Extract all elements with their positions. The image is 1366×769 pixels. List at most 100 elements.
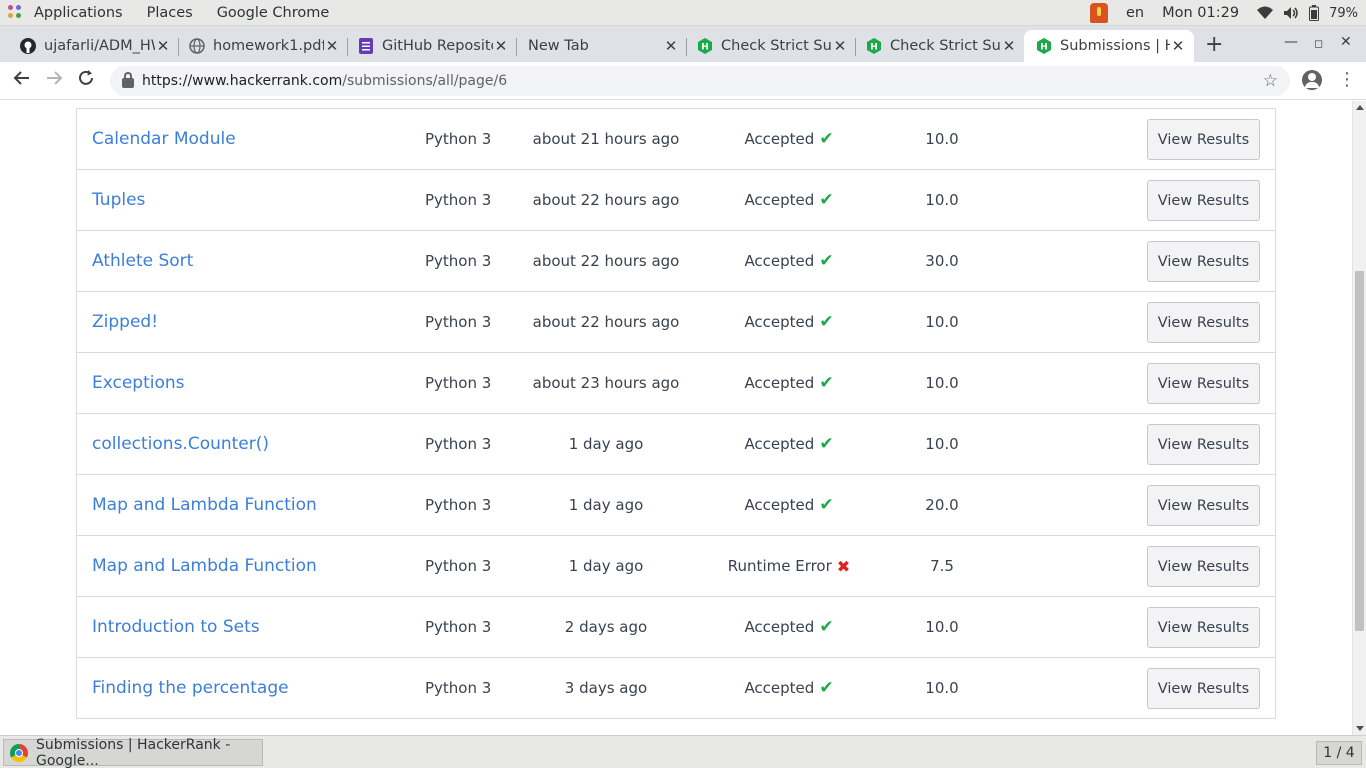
view-results-button[interactable]: View Results [1147,180,1260,221]
challenge-link[interactable]: Athlete Sort [92,231,193,291]
forward-button[interactable] [42,69,66,93]
status-label: Accepted [744,679,815,697]
status-label: Runtime Error [727,557,832,575]
view-results-button[interactable]: View Results [1147,546,1260,587]
language-cell: Python 3 [425,679,492,697]
applications-icon[interactable] [8,4,24,21]
applications-menu[interactable]: Applications [30,5,135,21]
view-results-button[interactable]: View Results [1147,241,1260,282]
hackerrank-icon: H [866,38,882,54]
tab-title: homework1.pdf [213,38,324,54]
submission-row: Exceptions Python 3 about 23 hours ago Acce… [77,353,1275,414]
close-window-button[interactable]: ✕ [1340,34,1352,50]
places-menu[interactable]: Places [135,5,205,21]
status-cell: Accepted ✔ [707,109,871,169]
tab-title: New Tab [528,38,589,54]
language-indicator[interactable]: en [1126,5,1144,21]
language-cell: Python 3 [425,252,492,270]
tab-title: ujafarli/ADM_HW [44,38,155,54]
workspace-switcher[interactable]: 1 / 4 [1316,741,1362,765]
close-tab-icon[interactable]: ✕ [493,37,509,55]
tab-new-tab[interactable]: New Tab ✕ [508,30,687,62]
reload-button[interactable] [74,69,98,93]
chrome-menu-icon[interactable]: ⋮ [1338,71,1356,89]
challenge-link[interactable]: Map and Lambda Function [92,536,317,596]
page-scrollbar[interactable] [1352,101,1366,735]
tab-github[interactable]: ujafarli/ADM_HW ✕ [0,30,179,62]
status-cell: Accepted ✔ [707,658,871,718]
view-results-button[interactable]: View Results [1147,363,1260,404]
check-icon: ✔ [819,434,834,454]
tab-pdf[interactable]: homework1.pdf ✕ [169,30,348,62]
view-results-button[interactable]: View Results [1147,424,1260,465]
hackerrank-icon: H [697,38,713,54]
profile-avatar-icon[interactable] [1302,70,1322,90]
globe-icon [189,38,205,54]
url-path: /submissions/all/page/6 [342,73,508,89]
battery-icon[interactable] [1309,5,1320,21]
challenge-link[interactable]: Zipped! [92,292,158,352]
check-icon: ✔ [819,495,834,515]
active-app-menu[interactable]: Google Chrome [205,5,342,21]
lock-icon[interactable] [122,72,134,88]
time-cell: about 22 hours ago [532,252,680,270]
language-cell: Python 3 [425,191,492,209]
status-label: Accepted [744,191,815,209]
challenge-link[interactable]: Introduction to Sets [92,597,260,657]
view-results-button[interactable]: View Results [1147,668,1260,709]
view-results-button[interactable]: View Results [1147,607,1260,648]
tab-submissions[interactable]: H Submissions | HackerRank ✕ [1024,30,1194,62]
submission-row: Introduction to Sets Python 3 2 days ago Ac… [77,597,1275,658]
challenge-link[interactable]: Calendar Module [92,109,236,169]
view-results-button[interactable]: View Results [1147,485,1260,526]
time-cell: 1 day ago [568,496,644,514]
view-results-button[interactable]: View Results [1147,302,1260,343]
check-icon: ✔ [819,190,834,210]
challenge-link[interactable]: Exceptions [92,353,185,413]
view-results-button[interactable]: View Results [1147,119,1260,160]
check-icon: ✔ [819,678,834,698]
status-cell: Accepted ✔ [707,292,871,352]
score-cell: 10.0 [925,130,959,148]
back-button[interactable] [10,69,34,93]
gnome-top-bar: Applications Places Google Chrome en Mon… [0,0,1366,26]
wifi-icon[interactable] [1257,6,1274,20]
bookmark-star-icon[interactable]: ☆ [1263,71,1278,91]
close-tab-icon[interactable]: ✕ [1170,37,1186,55]
tab-check-superset-2[interactable]: H Check Strict Superset ✕ [846,30,1025,62]
tab-form[interactable]: GitHub Repository ✕ [338,30,517,62]
submission-row: Map and Lambda Function Python 3 1 day ago… [77,536,1275,597]
address-bar[interactable]: https://www.hackerrank.com/submissions/a… [110,66,1290,96]
challenge-link[interactable]: collections.Counter() [92,414,269,474]
time-cell: 1 day ago [568,435,644,453]
tab-title: Submissions | HackerRank [1060,38,1170,54]
url-host: https://www.hackerrank.com [142,73,343,89]
new-tab-button[interactable]: + [1205,32,1223,57]
check-icon: ✔ [819,617,834,637]
close-tab-icon[interactable]: ✕ [1001,37,1017,55]
taskbar-window-chrome[interactable]: Submissions | HackerRank - Google... [3,737,263,769]
scrollbar-thumb[interactable] [1355,271,1364,631]
score-cell: 10.0 [925,313,959,331]
scroll-up-arrow[interactable] [1356,105,1364,110]
tab-check-superset-1[interactable]: H Check Strict Superset ✕ [677,30,856,62]
svg-text:H: H [1040,43,1048,53]
svg-text:H: H [870,43,878,53]
challenge-link[interactable]: Finding the percentage [92,658,289,718]
status-label: Accepted [744,496,815,514]
svg-text:H: H [701,43,709,53]
submissions-table: Calendar Module Python 3 about 21 hours ag… [76,108,1276,719]
volume-icon[interactable] [1283,6,1299,20]
clock[interactable]: Mon 01:29 [1162,5,1239,21]
scroll-down-arrow[interactable] [1356,726,1364,731]
submission-row: Map and Lambda Function Python 3 1 day ago… [77,475,1275,536]
status-cell: Accepted ✔ [707,170,871,230]
maximize-button[interactable]: ◻ [1314,37,1323,50]
alarm-icon[interactable] [1090,3,1108,23]
challenge-link[interactable]: Tuples [92,170,145,230]
battery-percentage: 79% [1329,5,1358,21]
challenge-link[interactable]: Map and Lambda Function [92,475,317,535]
minimize-button[interactable]: — [1284,34,1298,50]
submission-row: Zipped! Python 3 about 22 hours ago Accepte… [77,292,1275,353]
page-viewport: Calendar Module Python 3 about 21 hours ag… [0,101,1352,735]
